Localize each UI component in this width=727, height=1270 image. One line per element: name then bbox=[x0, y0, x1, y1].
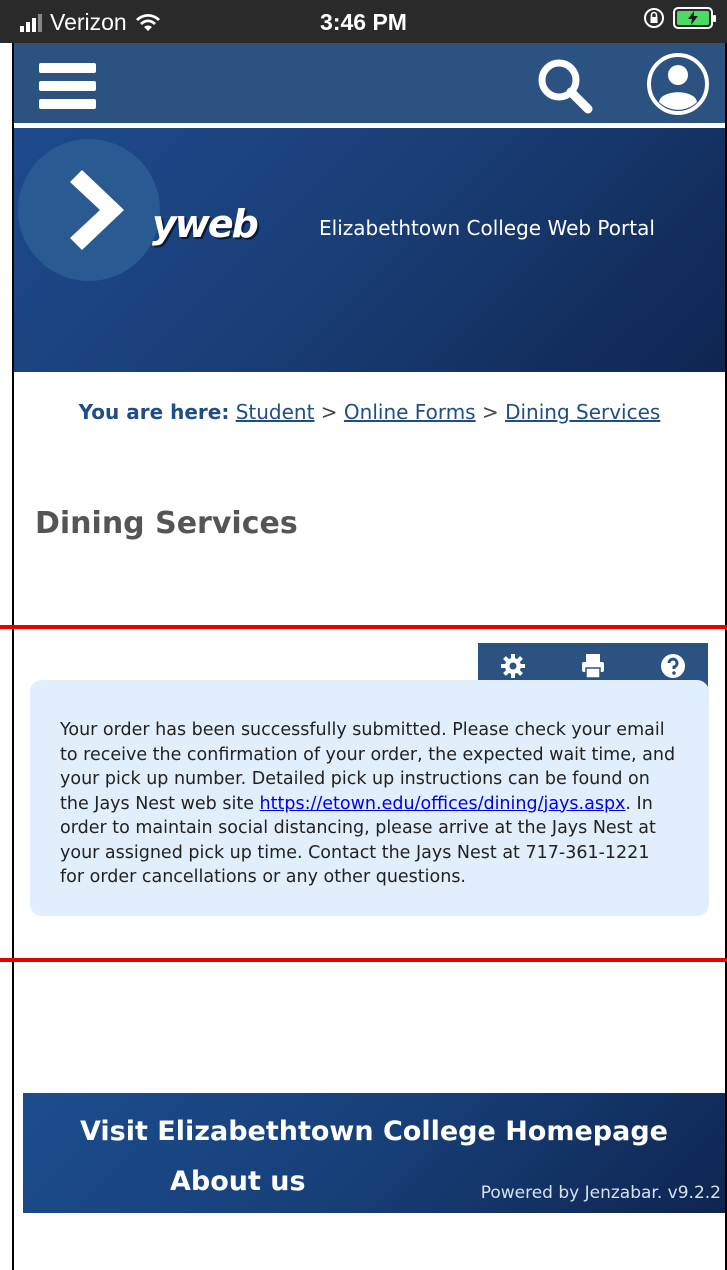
breadcrumb-separator: > bbox=[320, 400, 338, 424]
battery-icon bbox=[673, 7, 716, 29]
orientation-lock-icon bbox=[644, 8, 664, 28]
help-icon[interactable] bbox=[660, 653, 686, 679]
powered-by-text: Powered by Jenzabar. v9.2.2 bbox=[480, 1183, 721, 1203]
search-icon[interactable] bbox=[534, 55, 596, 117]
print-icon[interactable] bbox=[580, 653, 606, 679]
breadcrumb-lead: You are here: bbox=[78, 400, 230, 424]
order-confirmation-message: Your order has been successfully submitt… bbox=[30, 680, 709, 916]
chevron-right-icon bbox=[70, 170, 124, 250]
status-bar: Verizon 3:46 PM bbox=[0, 0, 727, 43]
status-time: 3:46 PM bbox=[320, 9, 407, 35]
portal-banner: yweb Elizabethtown College Web Portal bbox=[14, 128, 725, 372]
breadcrumb-separator: > bbox=[481, 400, 499, 424]
highlight-line-top bbox=[0, 625, 727, 629]
user-profile-icon[interactable] bbox=[646, 52, 710, 116]
breadcrumb-link-dining-services[interactable]: Dining Services bbox=[505, 400, 660, 424]
page-title: Dining Services bbox=[35, 506, 298, 541]
logo-wordmark[interactable]: yweb bbox=[152, 202, 259, 246]
charging-bolt-icon bbox=[688, 11, 698, 25]
highlight-line-bottom bbox=[0, 958, 727, 962]
breadcrumb-link-student[interactable]: Student bbox=[236, 400, 315, 424]
status-right bbox=[643, 7, 716, 29]
portal-title: Elizabethtown College Web Portal bbox=[319, 216, 655, 240]
breadcrumb: You are here: Student > Online Forms > D… bbox=[14, 400, 725, 424]
gear-icon[interactable] bbox=[500, 653, 526, 679]
breadcrumb-link-online-forms[interactable]: Online Forms bbox=[344, 400, 476, 424]
footer: Visit Elizabethtown College Homepage Abo… bbox=[23, 1093, 725, 1213]
top-nav-bar bbox=[14, 43, 725, 126]
jays-nest-link[interactable]: https://etown.edu/offices/dining/jays.as… bbox=[260, 794, 626, 814]
battery-fill bbox=[677, 11, 709, 25]
hamburger-menu-icon[interactable] bbox=[39, 63, 96, 109]
about-us-link[interactable]: About us bbox=[170, 1166, 306, 1197]
homepage-link[interactable]: Visit Elizabethtown College Homepage bbox=[23, 1116, 725, 1147]
